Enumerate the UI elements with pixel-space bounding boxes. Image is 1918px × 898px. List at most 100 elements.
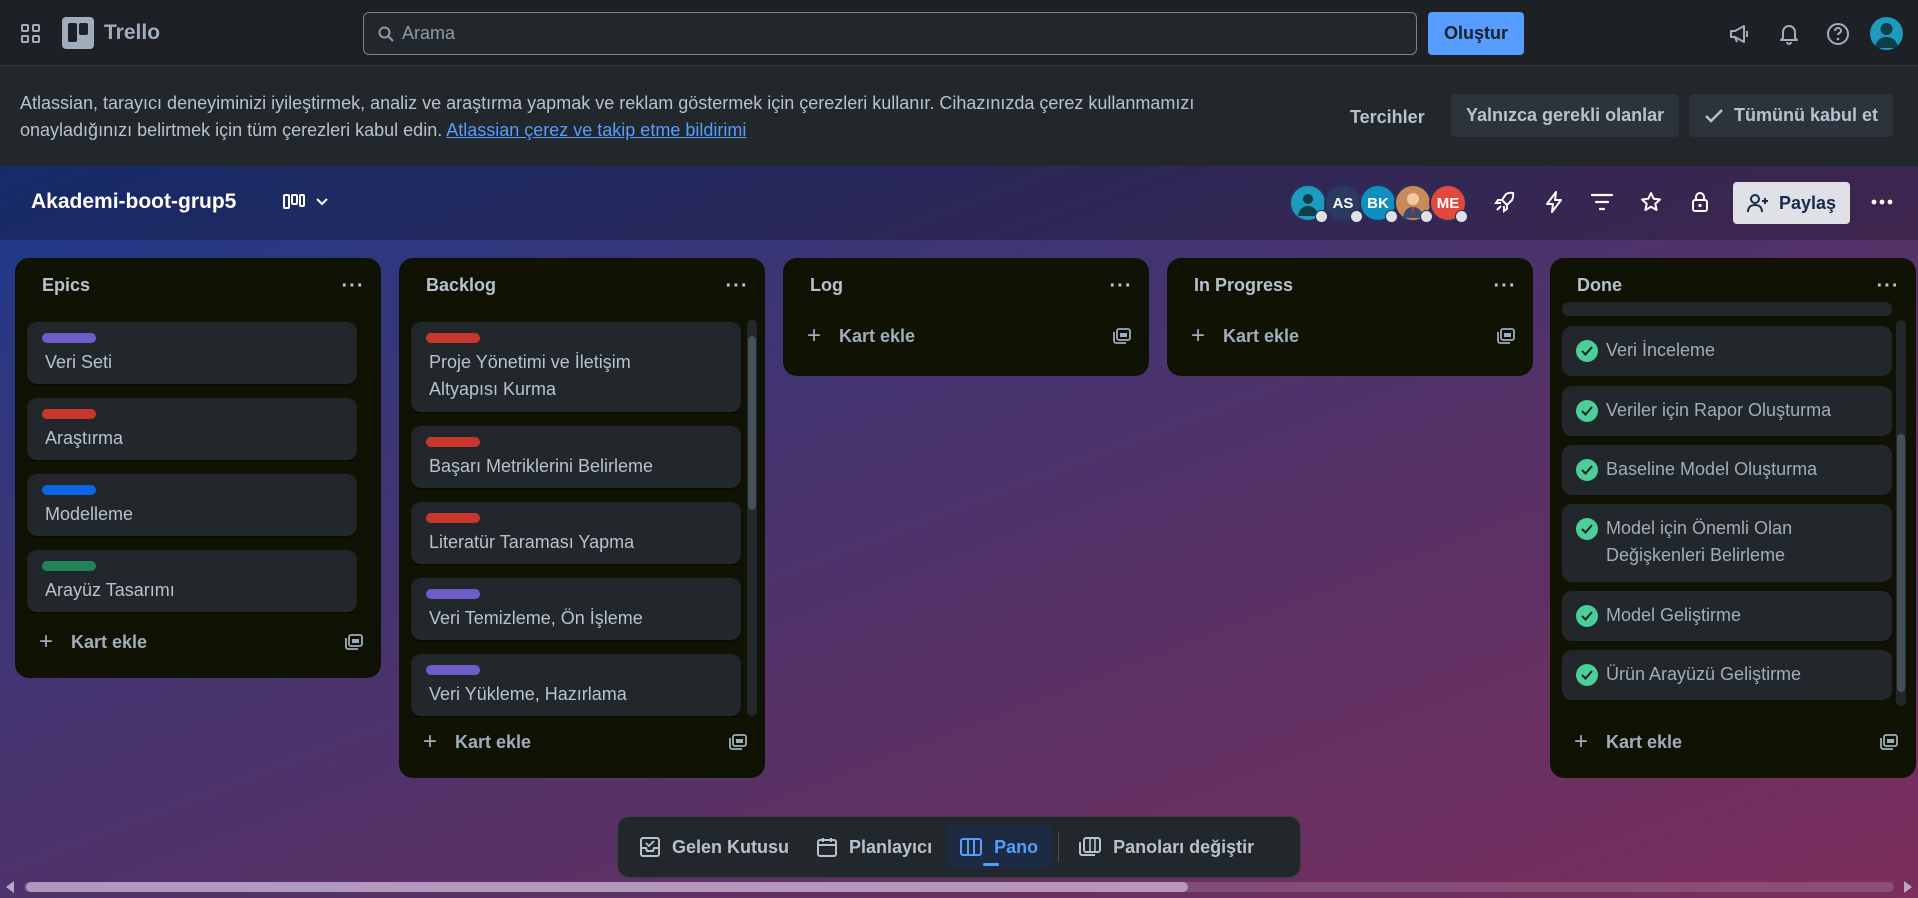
plus-icon: + bbox=[422, 728, 437, 755]
card-template-icon[interactable] bbox=[729, 734, 747, 750]
card[interactable]: Baseline Model Oluşturma bbox=[1562, 445, 1892, 495]
card[interactable]: Araştırma bbox=[27, 398, 357, 460]
plus-icon: + bbox=[1190, 322, 1205, 349]
list-scrollbar-thumb[interactable] bbox=[748, 336, 756, 510]
add-card-label: Kart ekle bbox=[839, 325, 916, 346]
card[interactable]: Veriler için Rapor Oluşturma bbox=[1562, 386, 1892, 436]
bell-icon[interactable] bbox=[1771, 16, 1807, 52]
member-avatar[interactable]: ME bbox=[1429, 184, 1468, 223]
card[interactable]: Başarı Metriklerini Belirleme bbox=[411, 426, 741, 488]
nav-board[interactable]: Pano bbox=[946, 825, 1053, 869]
board-members[interactable]: AS BK ME bbox=[1289, 184, 1468, 223]
megaphone-icon[interactable] bbox=[1722, 16, 1758, 52]
list-menu-icon[interactable]: ··· bbox=[1105, 270, 1137, 302]
member-avatar[interactable] bbox=[1394, 184, 1433, 223]
necessary-only-label: Yalnızca gerekli olanlar bbox=[1466, 105, 1665, 125]
share-button[interactable]: Paylaş bbox=[1733, 182, 1850, 224]
add-card-button[interactable]: + Kart ekle bbox=[1566, 722, 1904, 762]
add-card-button[interactable]: + Kart ekle bbox=[799, 316, 1137, 356]
nav-inbox[interactable]: Gelen Kutusu bbox=[626, 825, 803, 869]
list-menu-icon[interactable]: ··· bbox=[1489, 270, 1521, 302]
card[interactable]: Model için Önemli Olan Değişkenleri Beli… bbox=[1562, 504, 1892, 582]
board-title[interactable]: Akademi-boot-grup5 bbox=[31, 190, 236, 214]
automation-icon[interactable] bbox=[1536, 184, 1572, 220]
add-card-button[interactable]: + Kart ekle bbox=[31, 622, 369, 662]
list-title[interactable]: Log bbox=[810, 275, 843, 296]
cookie-banner: Atlassian, tarayıcı deneyiminizi iyileşt… bbox=[0, 66, 1918, 166]
list-menu-icon[interactable]: ··· bbox=[721, 270, 753, 302]
scroll-left-icon[interactable] bbox=[4, 880, 16, 894]
card-template-icon[interactable] bbox=[1113, 328, 1131, 344]
add-card-label: Kart ekle bbox=[455, 731, 532, 752]
nav-switch-boards[interactable]: Panoları değiştir bbox=[1065, 825, 1268, 869]
add-card-button[interactable]: + Kart ekle bbox=[415, 722, 753, 762]
card-title: Baseline Model Oluşturma bbox=[1606, 459, 1818, 479]
card[interactable]: Veri Temizleme, Ön İşleme bbox=[411, 578, 741, 640]
list-title[interactable]: Done bbox=[1577, 275, 1622, 296]
list-title[interactable]: Backlog bbox=[426, 275, 496, 296]
list-menu-icon[interactable]: ··· bbox=[337, 270, 369, 302]
card[interactable]: Veri Seti bbox=[27, 322, 357, 384]
lock-icon[interactable] bbox=[1682, 184, 1718, 220]
scrollbar-thumb[interactable] bbox=[26, 882, 1188, 892]
card-label bbox=[42, 409, 96, 419]
card-title: Veri Temizleme, Ön İşleme bbox=[429, 608, 643, 628]
search-input[interactable] bbox=[394, 13, 1416, 54]
card-template-icon[interactable] bbox=[345, 634, 363, 650]
more-icon[interactable] bbox=[1864, 184, 1900, 220]
chevron-down-icon bbox=[316, 198, 328, 206]
add-card-label: Kart ekle bbox=[1223, 325, 1300, 346]
card[interactable]: Veri İnceleme bbox=[1562, 326, 1892, 376]
cookie-notice-link[interactable]: Atlassian çerez ve takip etme bildirimi bbox=[446, 120, 746, 140]
check-icon bbox=[1705, 108, 1723, 123]
card-title: Veri Seti bbox=[45, 352, 113, 372]
trello-logo[interactable]: Trello bbox=[62, 16, 160, 50]
card-template-icon[interactable] bbox=[1497, 328, 1515, 344]
member-avatar[interactable] bbox=[1289, 184, 1328, 223]
user-avatar-icon[interactable] bbox=[1870, 17, 1903, 50]
list-title[interactable]: Epics bbox=[42, 275, 90, 296]
inbox-icon bbox=[640, 837, 660, 857]
cookie-accept-all-button[interactable]: Tümünü kabul et bbox=[1689, 94, 1893, 137]
card[interactable]: Proje Yönetimi ve İletişim Altyapısı Kur… bbox=[411, 322, 741, 412]
card-label bbox=[426, 333, 480, 343]
cookie-necessary-only-button[interactable]: Yalnızca gerekli olanlar bbox=[1451, 94, 1680, 137]
help-icon[interactable] bbox=[1820, 16, 1856, 52]
star-icon[interactable] bbox=[1633, 184, 1669, 220]
list-header: Epics ··· bbox=[15, 258, 381, 314]
member-avatar[interactable]: AS bbox=[1324, 184, 1363, 223]
board-view-switcher[interactable] bbox=[270, 184, 342, 220]
card-label bbox=[426, 589, 480, 599]
card[interactable]: Ürün Arayüzü Geliştirme bbox=[1562, 650, 1892, 700]
card[interactable]: Modelleme bbox=[27, 474, 357, 536]
member-avatar[interactable]: BK bbox=[1359, 184, 1398, 223]
card-partial[interactable] bbox=[1562, 302, 1892, 316]
list-menu-icon[interactable]: ··· bbox=[1872, 270, 1904, 302]
cookie-banner-text: Atlassian, tarayıcı deneyiminizi iyileşt… bbox=[20, 90, 1250, 144]
power-ups-icon[interactable] bbox=[1487, 184, 1523, 220]
list-scrollbar-thumb[interactable] bbox=[1897, 434, 1905, 692]
card[interactable]: Literatür Taraması Yapma bbox=[411, 502, 741, 564]
filter-icon[interactable] bbox=[1584, 184, 1620, 220]
list-title[interactable]: In Progress bbox=[1194, 275, 1293, 296]
scroll-right-icon[interactable] bbox=[1902, 880, 1914, 894]
card[interactable]: Veri Yükleme, Hazırlama bbox=[411, 654, 741, 716]
card[interactable]: Arayüz Tasarımı bbox=[27, 550, 357, 612]
board-horizontal-scrollbar[interactable] bbox=[0, 874, 1918, 898]
check-circle-icon bbox=[1576, 605, 1598, 627]
cookie-preferences-button[interactable]: Tercihler bbox=[1340, 97, 1435, 137]
card-title: Literatür Taraması Yapma bbox=[429, 532, 635, 552]
share-label: Paylaş bbox=[1778, 192, 1837, 213]
card-title: Araştırma bbox=[45, 428, 124, 448]
apps-grid-icon[interactable] bbox=[14, 17, 48, 51]
create-button[interactable]: Oluştur bbox=[1428, 12, 1524, 55]
add-card-button[interactable]: + Kart ekle bbox=[1183, 316, 1521, 356]
card-label bbox=[426, 513, 480, 523]
list-epics: Epics ··· Veri Seti Araştırma Modelleme … bbox=[15, 258, 381, 678]
card-template-icon[interactable] bbox=[1880, 734, 1898, 750]
card[interactable]: Model Geliştirme bbox=[1562, 591, 1892, 641]
search-box[interactable] bbox=[363, 12, 1417, 55]
bottom-navigation: Gelen Kutusu Planlayıcı Pano Panoları de… bbox=[617, 816, 1301, 878]
nav-planner[interactable]: Planlayıcı bbox=[803, 825, 946, 869]
check-circle-icon bbox=[1576, 664, 1598, 686]
